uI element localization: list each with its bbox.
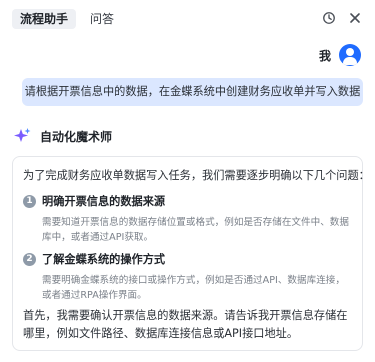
user-avatar-icon: [339, 44, 361, 66]
user-header: 我: [319, 44, 361, 66]
top-bar: 流程助手 问答: [0, 0, 375, 36]
step-title-row: 2 了解金蝶系统的操作方式: [23, 251, 355, 267]
bot-name: 自动化魔术师: [40, 129, 113, 144]
bot-header: 自动化魔术师: [12, 126, 112, 146]
tab-process-assistant[interactable]: 流程助手: [12, 9, 76, 29]
step-title-row: 1 明确开票信息的数据来源: [23, 193, 355, 209]
history-icon[interactable]: [321, 10, 337, 26]
step-item: 1 明确开票信息的数据来源 需要知道开票信息的数据存储位置或格式，例如是否存储在…: [23, 193, 355, 245]
answer-intro: 为了完成财务应收单数据写入任务，我们需要逐步明确以下几个问题：: [23, 169, 370, 182]
step-title: 明确开票信息的数据来源: [42, 195, 166, 208]
close-icon[interactable]: [347, 10, 363, 26]
step-number-badge: 1: [23, 194, 36, 208]
step-number-badge: 2: [23, 252, 36, 266]
answer-card: 为了完成财务应收单数据写入任务，我们需要逐步明确以下几个问题： 1 明确开票信息…: [12, 156, 370, 351]
user-message-bubble: 请根据开票信息中的数据，在金蝶系统中创建财务应收单并写入数据: [22, 78, 363, 106]
answer-conclusion: 首先，我需要确认开票信息的数据来源。请告诉我开票信息存储在哪里，例如文件路径、数…: [23, 309, 348, 340]
step-title: 了解金蝶系统的操作方式: [42, 253, 166, 266]
step-item: 2 了解金蝶系统的操作方式 需要明确金蝶系统的接口或操作方式，例如是否通过API…: [23, 251, 355, 303]
user-name: 我: [318, 48, 331, 63]
step-description: 需要知道开票信息的数据存储位置或格式，例如是否存储在文件中、数据库中，或者通过A…: [42, 217, 349, 243]
sparkle-icon: [12, 126, 32, 146]
step-description: 需要明确金蝶系统的接口或操作方式，例如是否通过API、数据库连接，或者通过RPA…: [42, 275, 345, 301]
top-icons: [321, 10, 363, 26]
tab-qa[interactable]: 问答: [90, 9, 114, 29]
